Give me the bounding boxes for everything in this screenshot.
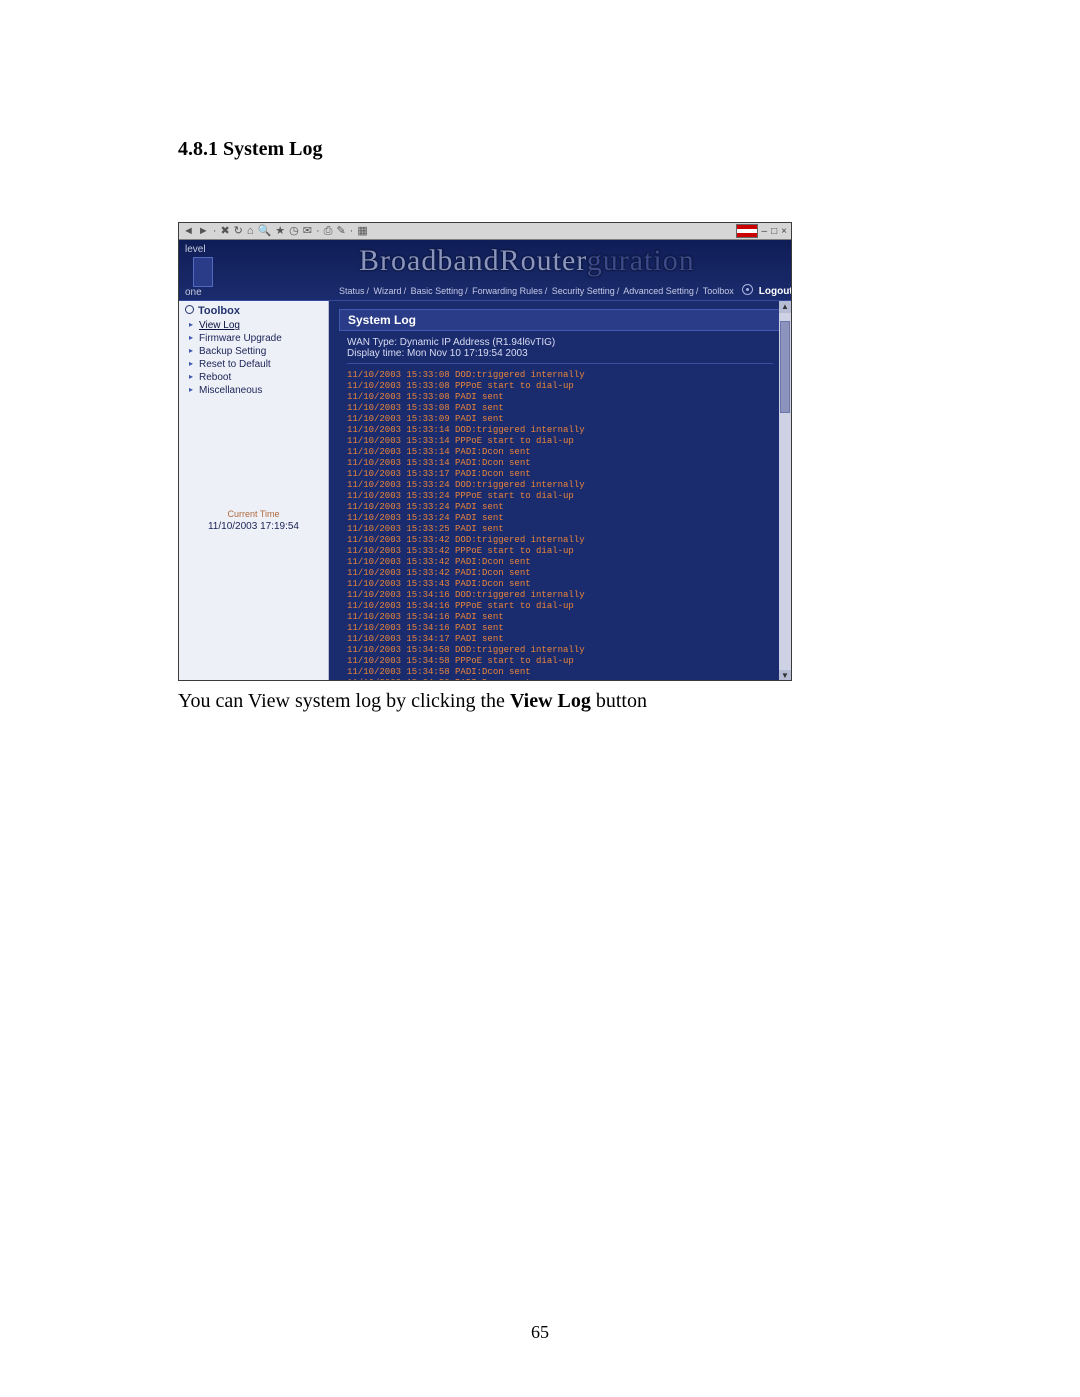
back-icon[interactable]: ◄ bbox=[183, 223, 194, 239]
scroll-up-icon[interactable]: ▲ bbox=[779, 301, 791, 313]
edit-icon[interactable]: ✎ bbox=[336, 223, 345, 239]
system-log-output: 11/10/2003 15:33:08 DOD:triggered intern… bbox=[347, 370, 791, 681]
brand-title-ghost: guration bbox=[587, 244, 695, 277]
vertical-scrollbar[interactable]: ▲ ▼ bbox=[779, 301, 791, 681]
body-row: Toolbox View Log Firmware Upgrade Backup… bbox=[179, 301, 791, 681]
sidebar: Toolbox View Log Firmware Upgrade Backup… bbox=[179, 301, 329, 681]
nav-basic-setting[interactable]: Basic Setting bbox=[411, 286, 464, 296]
sidebar-item-backup-setting[interactable]: Backup Setting bbox=[185, 345, 322, 358]
stop-icon[interactable]: ✖ bbox=[220, 223, 229, 239]
separator-icon: · bbox=[350, 223, 354, 239]
router-screenshot: ◄ ► · ✖ ↻ ⌂ 🔍 ★ ◷ ✉ · ⎙ ✎ · ▦ – □ × leve… bbox=[178, 222, 792, 681]
nav-toolbox[interactable]: Toolbox bbox=[703, 286, 734, 296]
brand-title-main: BroadbandRouter bbox=[359, 244, 587, 277]
wan-type-line: WAN Type: Dynamic IP Address (R1.94l6vTI… bbox=[347, 337, 773, 348]
display-time-line: Display time: Mon Nov 10 17:19:54 2003 bbox=[347, 348, 773, 359]
sidebar-group-toolbox: Toolbox bbox=[185, 305, 322, 317]
section-title-text: System Log bbox=[223, 138, 322, 160]
nav-security-setting[interactable]: Security Setting bbox=[552, 286, 615, 296]
nav-wizard[interactable]: Wizard bbox=[374, 286, 402, 296]
search-icon[interactable]: 🔍 bbox=[258, 223, 272, 239]
main-panel: System Log WAN Type: Dynamic IP Address … bbox=[329, 301, 791, 681]
logo-tower-icon bbox=[193, 257, 213, 287]
sidebar-time-block: Current Time 11/10/2003 17:19:54 bbox=[185, 509, 322, 681]
discuss-icon[interactable]: ▦ bbox=[357, 223, 367, 239]
caption-pre: You can View system log by clicking the bbox=[178, 690, 510, 712]
mail-icon[interactable]: ✉ bbox=[303, 223, 312, 239]
page-number: 65 bbox=[0, 1322, 1080, 1343]
current-time-label: Current Time bbox=[185, 509, 322, 519]
home-icon[interactable]: ⌂ bbox=[247, 223, 254, 239]
section-heading: 4.8.1 System Log bbox=[178, 138, 322, 161]
document-page: 4.8.1 System Log ◄ ► · ✖ ↻ ⌂ 🔍 ★ ◷ ✉ · ⎙… bbox=[0, 0, 1080, 1397]
flag-icon bbox=[736, 224, 758, 238]
panel-title: System Log bbox=[339, 309, 781, 331]
sidebar-item-reboot[interactable]: Reboot bbox=[185, 371, 322, 384]
current-time-value: 11/10/2003 17:19:54 bbox=[185, 521, 322, 532]
figure-caption: You can View system log by clicking the … bbox=[178, 690, 647, 713]
sidebar-item-firmware-upgrade[interactable]: Firmware Upgrade bbox=[185, 332, 322, 345]
forward-icon[interactable]: ► bbox=[198, 223, 209, 239]
separator-icon: · bbox=[316, 223, 320, 239]
sidebar-item-miscellaneous[interactable]: Miscellaneous bbox=[185, 384, 322, 397]
minimize-icon[interactable]: – bbox=[762, 226, 768, 237]
close-icon[interactable]: × bbox=[781, 226, 787, 237]
nav-advanced-setting[interactable]: Advanced Setting bbox=[623, 286, 694, 296]
favorites-icon[interactable]: ★ bbox=[275, 223, 285, 239]
caption-post: button bbox=[591, 690, 647, 712]
caption-bold: View Log bbox=[510, 690, 591, 712]
logo-text-top: level bbox=[185, 244, 235, 255]
separator-icon: · bbox=[213, 223, 217, 239]
nav-bullet-icon bbox=[742, 284, 753, 295]
nav-forwarding-rules[interactable]: Forwarding Rules bbox=[472, 286, 543, 296]
print-icon[interactable]: ⎙ bbox=[324, 223, 333, 239]
logout-link[interactable]: Logout bbox=[759, 286, 792, 297]
scroll-thumb[interactable] bbox=[780, 321, 790, 413]
brand-title: BroadbandRouterguration bbox=[359, 244, 695, 278]
history-icon[interactable]: ◷ bbox=[289, 223, 299, 239]
header-banner: level one BroadbandRouterguration Status… bbox=[179, 240, 791, 301]
panel-meta: WAN Type: Dynamic IP Address (R1.94l6vTI… bbox=[347, 337, 773, 364]
top-nav: Status/ Wizard/ Basic Setting/ Forwardin… bbox=[339, 284, 792, 297]
brand-logo: level one bbox=[185, 244, 235, 294]
maximize-icon[interactable]: □ bbox=[771, 226, 777, 237]
refresh-icon[interactable]: ↻ bbox=[234, 223, 243, 239]
section-number: 4.8.1 bbox=[178, 138, 223, 160]
scroll-down-icon[interactable]: ▼ bbox=[779, 670, 791, 681]
nav-status[interactable]: Status bbox=[339, 286, 365, 296]
sidebar-item-view-log[interactable]: View Log bbox=[185, 319, 322, 332]
browser-toolbar: ◄ ► · ✖ ↻ ⌂ 🔍 ★ ◷ ✉ · ⎙ ✎ · ▦ – □ × bbox=[179, 223, 791, 240]
logo-text-bottom: one bbox=[185, 287, 235, 298]
sidebar-item-reset-to-default[interactable]: Reset to Default bbox=[185, 358, 322, 371]
